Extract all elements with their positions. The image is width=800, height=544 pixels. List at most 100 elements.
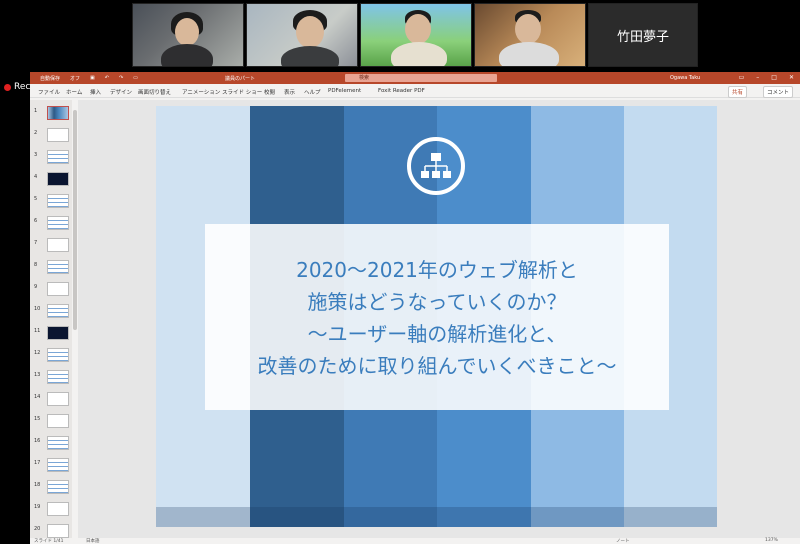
title-bar: 自動保存 オフ ▣ ↶ ↷ ▭ 議員のパート 検索 Ogawa Taku ▭ –… [30,72,800,84]
maximize-icon[interactable]: □ [771,74,777,81]
slide-thumbnail[interactable]: 13 [32,370,70,390]
language-indicator[interactable]: 日本語 [86,538,100,544]
title-text-box[interactable]: 2020～2021年のウェブ解析と 施策はどうなっていくのか？ ～ユーザー軸の解… [205,224,669,410]
participant-body [499,42,559,66]
slide-thumbnail[interactable]: 18 [32,480,70,500]
slide-thumbnail[interactable]: 12 [32,348,70,368]
thumbnail-image [47,282,69,296]
user-name[interactable]: Ogawa Taku [670,75,700,81]
title-line: 施策はどうなっていくのか？ [307,290,567,314]
title-line: 改善のために取り組んでいくべきこと～ [257,354,617,378]
video-strip: 竹田夢子 [0,0,800,74]
thumbnail-image [47,194,69,208]
slide-thumbnail[interactable]: 19 [32,502,70,522]
slide-number: 2 [34,130,38,136]
participant-head [296,16,324,48]
participant-name: 竹田夢子 [616,29,669,45]
slide-thumbnail[interactable]: 11 [32,326,70,346]
bottom-band [156,507,717,527]
redo-icon[interactable]: ↷ [119,75,123,82]
participant-video-3[interactable] [360,3,472,67]
participant-head [515,14,541,44]
network-diagram-glyph [421,153,451,178]
undo-icon[interactable]: ↶ [105,75,109,82]
tab-review[interactable]: 校閲 [264,88,275,96]
slide-number: 7 [34,240,38,246]
tab-design[interactable]: デザイン [110,88,132,96]
slide-number: 6 [34,218,38,224]
slide-thumbnail[interactable]: 16 [32,436,70,456]
slide-thumbnail[interactable]: 5 [32,194,70,214]
autosave-label[interactable]: 自動保存 [40,75,60,82]
tab-slideshow[interactable]: スライド ショー [222,88,262,96]
thumbnail-image [47,370,69,384]
powerpoint-window: 自動保存 オフ ▣ ↶ ↷ ▭ 議員のパート 検索 Ogawa Taku ▭ –… [30,72,800,544]
slide-thumbnail[interactable]: 15 [32,414,70,434]
network-diagram-icon [407,137,465,195]
participant-video-2[interactable] [246,3,358,67]
tab-file[interactable]: ファイル [38,88,60,96]
slide-thumbnail[interactable]: 17 [32,458,70,478]
participant-video-4[interactable] [474,3,586,67]
window-controls: ▭ – □ ✕ [739,74,794,81]
slide-number: 4 [34,174,38,180]
title-line: ～ユーザー軸の解析進化と、 [307,322,567,346]
slide-thumbnail[interactable]: 20 [32,524,70,538]
tab-help[interactable]: ヘルプ [304,88,321,96]
slide-number: 8 [34,262,38,268]
slide-thumbnail[interactable]: 10 [32,304,70,324]
slide-number: 10 [34,306,41,312]
zoom-level[interactable]: 137% [765,538,778,543]
ribbon-tabs: ファイル ホーム 挿入 デザイン 画面切り替え アニメーション スライド ショー… [30,84,800,98]
slide-thumbnail[interactable]: 8 [32,260,70,280]
slide-thumbnail[interactable]: 9 [32,282,70,302]
slide[interactable]: 2020～2021年のウェブ解析と 施策はどうなっていくのか？ ～ユーザー軸の解… [156,106,717,527]
slide-thumbnail[interactable]: 4 [32,172,70,192]
thumbnail-image [47,150,69,164]
tab-transitions[interactable]: 画面切り替え [138,88,171,96]
thumbnail-image [47,414,69,428]
tab-foxit[interactable]: Foxit Reader PDF [378,88,425,94]
notes-button[interactable]: ノート [616,538,630,544]
thumbnail-image [47,436,69,450]
thumbnail-image [47,458,69,472]
slide-thumbnail[interactable]: 14 [32,392,70,412]
thumbnail-image [47,326,69,340]
slide-thumbnail[interactable]: 2 [32,128,70,148]
slide-thumbnail[interactable]: 3 [32,150,70,170]
slide-number: 13 [34,372,41,378]
participant-video-1[interactable] [132,3,244,67]
thumbnail-image [47,106,69,120]
thumbnail-image [47,128,69,142]
minimize-icon[interactable]: – [756,74,759,81]
tab-home[interactable]: ホーム [66,88,82,96]
present-icon[interactable]: ▭ [133,75,138,82]
tab-insert[interactable]: 挿入 [90,88,101,96]
slide-thumbnail-pane: 1 2 3 4 5 6 7 8 9 10 11 12 13 14 15 16 1… [30,100,74,538]
slide-thumbnail[interactable]: 1 [32,106,70,126]
search-placeholder: 検索 [359,75,370,81]
slide-number: 12 [34,350,41,356]
participant-name-tile[interactable]: 竹田夢子 [588,3,698,67]
slide-number: 5 [34,196,38,202]
share-button[interactable]: 共有 [728,86,748,98]
tab-pdfelement[interactable]: PDFelement [328,88,361,94]
comment-button[interactable]: コメント [763,86,794,98]
participant-head [175,18,199,46]
thumbnail-image [47,172,69,186]
slide-number: 18 [34,482,41,488]
search-box[interactable]: 検索 [345,74,497,82]
participant-head [405,14,431,44]
slide-thumbnail[interactable]: 7 [32,238,70,258]
slide-thumbnail[interactable]: 6 [32,216,70,236]
tab-view[interactable]: 表示 [284,88,295,96]
save-icon[interactable]: ▣ [90,75,95,82]
autosave-state[interactable]: オフ [70,75,80,82]
close-icon[interactable]: ✕ [789,74,794,81]
tab-animations[interactable]: アニメーション [182,88,220,96]
status-bar: スライド 1/41 日本語 ノート 137% [30,538,800,544]
ribbon-display-icon[interactable]: ▭ [739,74,745,81]
slide-number: 15 [34,416,41,422]
thumbnail-image [47,392,69,406]
scrollbar-thumb[interactable] [73,110,77,330]
